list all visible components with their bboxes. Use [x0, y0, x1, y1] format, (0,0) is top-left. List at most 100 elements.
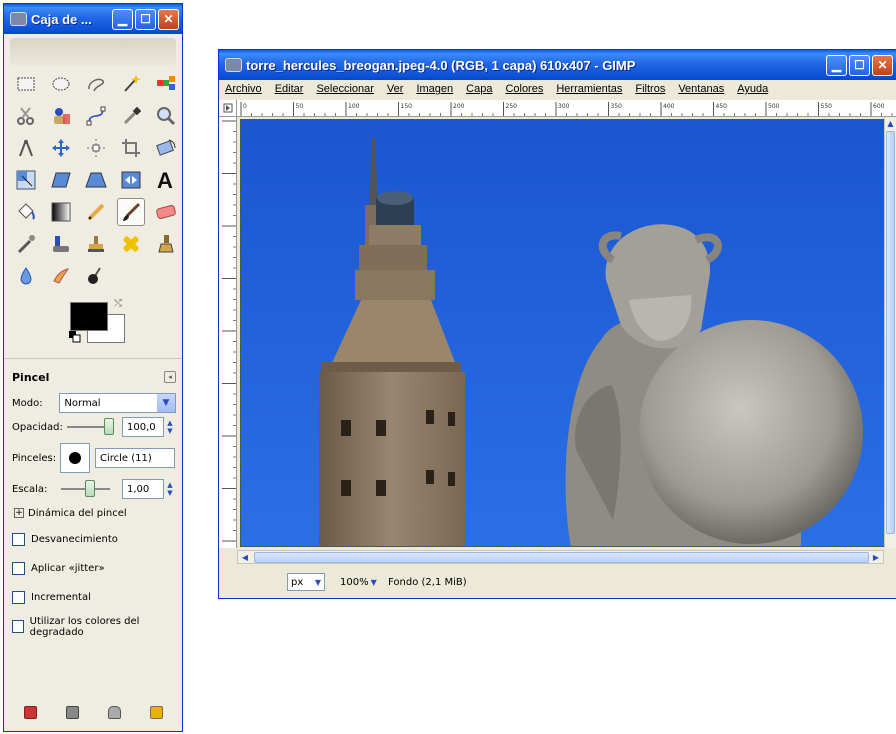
ink-icon[interactable] — [47, 230, 75, 258]
menu-colores[interactable]: Colores — [505, 83, 543, 95]
bucket-fill-icon[interactable] — [12, 198, 40, 226]
clone-icon[interactable] — [82, 230, 110, 258]
pencil-icon[interactable] — [82, 198, 110, 226]
opacity-slider[interactable] — [66, 418, 114, 435]
crop-icon[interactable] — [117, 134, 145, 162]
foreground-select-icon[interactable] — [47, 102, 75, 130]
vertical-scroll-thumb[interactable] — [886, 131, 895, 534]
opacity-spinner[interactable]: ▲ ▼ — [164, 417, 176, 437]
ellipse-select-icon[interactable] — [47, 70, 75, 98]
menu-filtros[interactable]: Filtros — [635, 83, 665, 95]
horizontal-scrollbar[interactable]: ◀ ▶ — [237, 550, 884, 564]
move-icon[interactable] — [47, 134, 75, 162]
zoom-value: 100% — [340, 576, 369, 588]
scroll-left-arrow[interactable]: ◀ — [238, 553, 252, 562]
brush-name: Circle (11) — [100, 452, 152, 464]
zoom-icon[interactable] — [152, 102, 180, 130]
restore-options-icon[interactable] — [66, 706, 79, 719]
flip-icon[interactable] — [117, 166, 145, 194]
vertical-scrollbar[interactable]: ▲ — [884, 117, 896, 548]
tool-options-panel: Pincel ◂ Modo: Normal ▼ Opacidad: 100,0 … — [4, 358, 182, 641]
fade-checkbox[interactable] — [12, 533, 25, 546]
brush-preview[interactable] — [60, 443, 90, 473]
text-icon[interactable]: A — [152, 166, 180, 194]
image-window-titlebar[interactable]: torre_hercules_breogan.jpeg-4.0 (RGB, 1 … — [219, 50, 896, 80]
incremental-checkbox[interactable] — [12, 591, 25, 604]
panel-menu-icon[interactable]: ◂ — [164, 371, 176, 383]
chevron-down-icon: ▼ — [314, 577, 321, 587]
color-select-icon[interactable] — [152, 70, 180, 98]
align-icon[interactable] — [82, 134, 110, 162]
default-colors-icon[interactable] — [69, 331, 81, 343]
toolbox-titlebar[interactable]: Caja de ... ▁ ☐ ✕ — [4, 4, 182, 34]
rect-select-icon[interactable] — [12, 70, 40, 98]
scale-spinner[interactable]: ▲ ▼ — [164, 479, 176, 499]
zoom-select[interactable]: 100% ▼ — [337, 573, 392, 591]
color-picker-icon[interactable] — [117, 102, 145, 130]
menu-editar[interactable]: Editar — [275, 83, 304, 95]
menu-ventanas[interactable]: Ventanas — [678, 83, 724, 95]
scale-icon[interactable] — [12, 166, 40, 194]
scale-slider[interactable] — [61, 480, 110, 497]
free-select-icon[interactable] — [82, 70, 110, 98]
fuzzy-select-icon[interactable] — [117, 70, 145, 98]
scroll-up-arrow[interactable]: ▲ — [885, 117, 896, 129]
brush-name-field: Circle (11) — [95, 448, 175, 468]
opacity-label: Opacidad: — [12, 421, 63, 433]
mode-select[interactable]: Normal ▼ — [59, 393, 176, 413]
menu-archivo[interactable]: Archivo — [225, 83, 262, 95]
smudge-icon[interactable] — [47, 262, 75, 290]
maximize-button[interactable]: ☐ — [849, 54, 870, 76]
opacity-slider-handle[interactable] — [104, 418, 114, 435]
scale-slider-handle[interactable] — [84, 480, 95, 497]
menu-capa[interactable]: Capa — [466, 83, 492, 95]
opacity-field[interactable]: 100,0 — [122, 417, 164, 437]
heal-icon[interactable] — [117, 230, 145, 258]
paintbrush-icon[interactable] — [117, 198, 145, 226]
mode-value: Normal — [64, 397, 101, 409]
perspective-clone-icon[interactable] — [152, 230, 180, 258]
close-button[interactable]: ✕ — [158, 8, 179, 30]
dodge-burn-icon[interactable] — [82, 262, 110, 290]
swap-colors-icon[interactable]: ⤭ — [114, 298, 122, 309]
foreground-color-swatch[interactable] — [70, 302, 108, 331]
chevron-down-icon: ▼ — [157, 394, 175, 412]
delete-options-icon[interactable] — [108, 706, 121, 719]
svg-text:A: A — [157, 169, 173, 191]
minimize-button[interactable]: ▁ — [826, 54, 847, 76]
reset-options-icon[interactable] — [150, 706, 163, 719]
menu-ver[interactable]: Ver — [387, 83, 404, 95]
blend-icon[interactable] — [47, 198, 75, 226]
quick-mask-toggle-icon[interactable] — [219, 100, 237, 117]
perspective-icon[interactable] — [82, 166, 110, 194]
menu-imagen[interactable]: Imagen — [416, 83, 453, 95]
rotate-icon[interactable] — [152, 134, 180, 162]
ruler-label: 350 — [611, 103, 623, 110]
menu-seleccionar[interactable]: Seleccionar — [316, 83, 373, 95]
menu-ayuda[interactable]: Ayuda — [737, 83, 768, 95]
minimize-button[interactable]: ▁ — [112, 8, 133, 30]
ruler-label: 250 — [506, 103, 518, 110]
dynamics-expander[interactable]: Dinámica del pincel — [28, 508, 127, 519]
measure-icon[interactable] — [12, 134, 40, 162]
blur-icon[interactable] — [12, 262, 40, 290]
airbrush-icon[interactable] — [12, 230, 40, 258]
scissors-icon[interactable] — [12, 102, 40, 130]
save-options-icon[interactable] — [24, 706, 37, 719]
expand-icon[interactable]: + — [14, 508, 24, 518]
gradient-colors-label: Utilizar los colores del degradado — [29, 615, 140, 638]
eraser-icon[interactable] — [152, 198, 180, 226]
scroll-right-arrow[interactable]: ▶ — [869, 553, 883, 562]
image-canvas[interactable] — [240, 119, 885, 547]
close-button[interactable]: ✕ — [872, 54, 893, 76]
shear-icon[interactable] — [47, 166, 75, 194]
horizontal-scroll-thumb[interactable] — [254, 551, 869, 563]
paths-icon[interactable] — [82, 102, 110, 130]
jitter-checkbox[interactable] — [12, 562, 25, 575]
maximize-button[interactable]: ☐ — [135, 8, 156, 30]
menu-herramientas[interactable]: Herramientas — [556, 83, 622, 95]
toolbox-window: Caja de ... ▁ ☐ ✕ A ⤭ Pincel ◂ Modo: Nor… — [3, 3, 183, 732]
unit-select[interactable]: px ▼ — [287, 573, 325, 591]
gradient-colors-checkbox[interactable] — [12, 620, 24, 633]
scale-field[interactable]: 1,00 — [122, 479, 164, 499]
